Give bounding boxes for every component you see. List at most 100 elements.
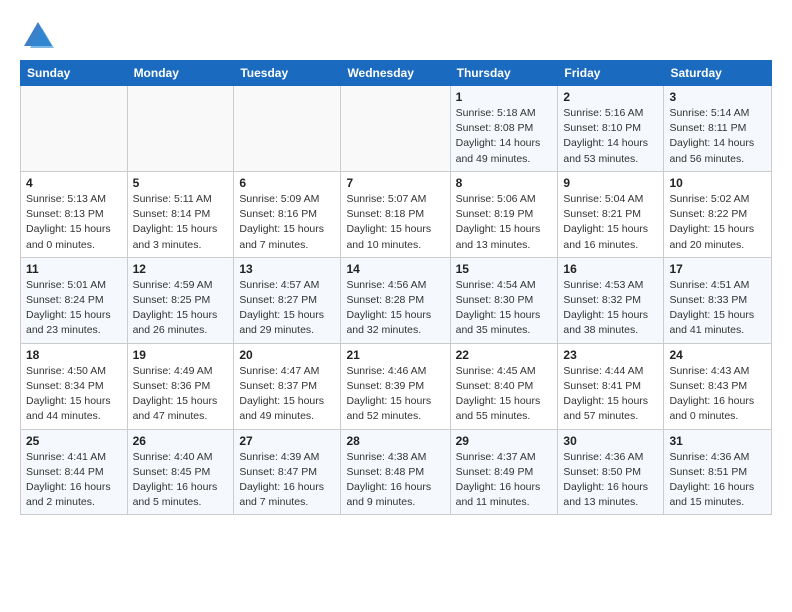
calendar-cell: 31 Sunrise: 4:36 AM Sunset: 8:51 PM Dayli… [664, 429, 772, 515]
day-number: 21 [346, 348, 444, 362]
calendar-cell: 27 Sunrise: 4:39 AM Sunset: 8:47 PM Dayli… [234, 429, 341, 515]
calendar: SundayMondayTuesdayWednesdayThursdayFrid… [20, 60, 772, 515]
day-number: 20 [239, 348, 335, 362]
day-detail: Sunrise: 4:43 AM Sunset: 8:43 PM Dayligh… [669, 364, 766, 425]
calendar-week-3: 11 Sunrise: 5:01 AM Sunset: 8:24 PM Dayli… [21, 257, 772, 343]
day-number: 26 [133, 434, 229, 448]
day-detail: Sunrise: 4:59 AM Sunset: 8:25 PM Dayligh… [133, 278, 229, 339]
day-number: 6 [239, 176, 335, 190]
calendar-cell: 8 Sunrise: 5:06 AM Sunset: 8:19 PM Daylig… [450, 171, 558, 257]
calendar-cell: 9Sunrise: 5:04 AM Sunset: 8:21 PM Daylig… [558, 171, 664, 257]
calendar-cell: 29 Sunrise: 4:37 AM Sunset: 8:49 PM Dayli… [450, 429, 558, 515]
day-number: 28 [346, 434, 444, 448]
day-detail: Sunrise: 4:56 AM Sunset: 8:28 PM Dayligh… [346, 278, 444, 339]
calendar-cell: 7 Sunrise: 5:07 AM Sunset: 8:18 PM Daylig… [341, 171, 450, 257]
calendar-cell: 19 Sunrise: 4:49 AM Sunset: 8:36 PM Dayli… [127, 343, 234, 429]
calendar-week-1: 1Sunrise: 5:18 AM Sunset: 8:08 PM Daylig… [21, 86, 772, 172]
logo [20, 18, 60, 54]
calendar-cell: 25Sunrise: 4:41 AM Sunset: 8:44 PM Dayli… [21, 429, 128, 515]
calendar-cell: 15 Sunrise: 4:54 AM Sunset: 8:30 PM Dayli… [450, 257, 558, 343]
day-detail: Sunrise: 4:50 AM Sunset: 8:34 PM Dayligh… [26, 364, 122, 425]
calendar-week-5: 25Sunrise: 4:41 AM Sunset: 8:44 PM Dayli… [21, 429, 772, 515]
day-detail: Sunrise: 5:18 AM Sunset: 8:08 PM Dayligh… [456, 106, 553, 167]
day-number: 7 [346, 176, 444, 190]
day-number: 27 [239, 434, 335, 448]
day-detail: Sunrise: 4:37 AM Sunset: 8:49 PM Dayligh… [456, 450, 553, 511]
day-detail: Sunrise: 5:07 AM Sunset: 8:18 PM Dayligh… [346, 192, 444, 253]
calendar-cell: 22 Sunrise: 4:45 AM Sunset: 8:40 PM Dayli… [450, 343, 558, 429]
header [20, 18, 772, 54]
day-detail: Sunrise: 4:39 AM Sunset: 8:47 PM Dayligh… [239, 450, 335, 511]
weekday-header-tuesday: Tuesday [234, 61, 341, 86]
day-detail: Sunrise: 4:46 AM Sunset: 8:39 PM Dayligh… [346, 364, 444, 425]
day-number: 30 [563, 434, 658, 448]
weekday-header-friday: Friday [558, 61, 664, 86]
day-detail: Sunrise: 4:49 AM Sunset: 8:36 PM Dayligh… [133, 364, 229, 425]
calendar-cell [341, 86, 450, 172]
day-detail: Sunrise: 5:01 AM Sunset: 8:24 PM Dayligh… [26, 278, 122, 339]
weekday-header-sunday: Sunday [21, 61, 128, 86]
day-detail: Sunrise: 5:11 AM Sunset: 8:14 PM Dayligh… [133, 192, 229, 253]
weekday-header-row: SundayMondayTuesdayWednesdayThursdayFrid… [21, 61, 772, 86]
calendar-cell: 5 Sunrise: 5:11 AM Sunset: 8:14 PM Daylig… [127, 171, 234, 257]
day-detail: Sunrise: 4:38 AM Sunset: 8:48 PM Dayligh… [346, 450, 444, 511]
day-number: 29 [456, 434, 553, 448]
day-detail: Sunrise: 5:14 AM Sunset: 8:11 PM Dayligh… [669, 106, 766, 167]
day-detail: Sunrise: 4:44 AM Sunset: 8:41 PM Dayligh… [563, 364, 658, 425]
calendar-cell: 28 Sunrise: 4:38 AM Sunset: 8:48 PM Dayli… [341, 429, 450, 515]
day-number: 11 [26, 262, 122, 276]
page: SundayMondayTuesdayWednesdayThursdayFrid… [0, 0, 792, 529]
day-detail: Sunrise: 4:41 AM Sunset: 8:44 PM Dayligh… [26, 450, 122, 511]
logo-icon [20, 18, 56, 54]
day-number: 22 [456, 348, 553, 362]
calendar-cell [234, 86, 341, 172]
day-detail: Sunrise: 4:45 AM Sunset: 8:40 PM Dayligh… [456, 364, 553, 425]
calendar-cell: 6Sunrise: 5:09 AM Sunset: 8:16 PM Daylig… [234, 171, 341, 257]
calendar-cell: 11 Sunrise: 5:01 AM Sunset: 8:24 PM Dayli… [21, 257, 128, 343]
calendar-cell: 26 Sunrise: 4:40 AM Sunset: 8:45 PM Dayli… [127, 429, 234, 515]
day-number: 31 [669, 434, 766, 448]
day-detail: Sunrise: 4:36 AM Sunset: 8:51 PM Dayligh… [669, 450, 766, 511]
calendar-cell: 21 Sunrise: 4:46 AM Sunset: 8:39 PM Dayli… [341, 343, 450, 429]
calendar-cell: 4 Sunrise: 5:13 AM Sunset: 8:13 PM Daylig… [21, 171, 128, 257]
day-detail: Sunrise: 5:02 AM Sunset: 8:22 PM Dayligh… [669, 192, 766, 253]
day-number: 15 [456, 262, 553, 276]
calendar-week-2: 4 Sunrise: 5:13 AM Sunset: 8:13 PM Daylig… [21, 171, 772, 257]
day-detail: Sunrise: 5:16 AM Sunset: 8:10 PM Dayligh… [563, 106, 658, 167]
weekday-header-saturday: Saturday [664, 61, 772, 86]
calendar-cell: 12Sunrise: 4:59 AM Sunset: 8:25 PM Dayli… [127, 257, 234, 343]
calendar-cell [127, 86, 234, 172]
day-number: 8 [456, 176, 553, 190]
calendar-cell: 18 Sunrise: 4:50 AM Sunset: 8:34 PM Dayli… [21, 343, 128, 429]
calendar-cell: 17Sunrise: 4:51 AM Sunset: 8:33 PM Dayli… [664, 257, 772, 343]
calendar-body: 1Sunrise: 5:18 AM Sunset: 8:08 PM Daylig… [21, 86, 772, 515]
calendar-cell: 10 Sunrise: 5:02 AM Sunset: 8:22 PM Dayli… [664, 171, 772, 257]
day-detail: Sunrise: 4:54 AM Sunset: 8:30 PM Dayligh… [456, 278, 553, 339]
calendar-cell: 14Sunrise: 4:56 AM Sunset: 8:28 PM Dayli… [341, 257, 450, 343]
calendar-cell: 20 Sunrise: 4:47 AM Sunset: 8:37 PM Dayli… [234, 343, 341, 429]
day-detail: Sunrise: 4:40 AM Sunset: 8:45 PM Dayligh… [133, 450, 229, 511]
weekday-header-monday: Monday [127, 61, 234, 86]
day-detail: Sunrise: 4:47 AM Sunset: 8:37 PM Dayligh… [239, 364, 335, 425]
day-number: 9 [563, 176, 658, 190]
calendar-cell: 30 Sunrise: 4:36 AM Sunset: 8:50 PM Dayli… [558, 429, 664, 515]
day-detail: Sunrise: 5:13 AM Sunset: 8:13 PM Dayligh… [26, 192, 122, 253]
day-number: 19 [133, 348, 229, 362]
day-number: 2 [563, 90, 658, 104]
day-detail: Sunrise: 5:06 AM Sunset: 8:19 PM Dayligh… [456, 192, 553, 253]
calendar-cell: 1Sunrise: 5:18 AM Sunset: 8:08 PM Daylig… [450, 86, 558, 172]
calendar-week-4: 18 Sunrise: 4:50 AM Sunset: 8:34 PM Dayli… [21, 343, 772, 429]
day-number: 5 [133, 176, 229, 190]
day-number: 10 [669, 176, 766, 190]
day-number: 23 [563, 348, 658, 362]
day-number: 18 [26, 348, 122, 362]
day-number: 4 [26, 176, 122, 190]
day-number: 16 [563, 262, 658, 276]
calendar-cell: 16Sunrise: 4:53 AM Sunset: 8:32 PM Dayli… [558, 257, 664, 343]
day-detail: Sunrise: 4:36 AM Sunset: 8:50 PM Dayligh… [563, 450, 658, 511]
weekday-header-thursday: Thursday [450, 61, 558, 86]
day-detail: Sunrise: 4:51 AM Sunset: 8:33 PM Dayligh… [669, 278, 766, 339]
calendar-cell: 13Sunrise: 4:57 AM Sunset: 8:27 PM Dayli… [234, 257, 341, 343]
day-number: 3 [669, 90, 766, 104]
day-number: 13 [239, 262, 335, 276]
